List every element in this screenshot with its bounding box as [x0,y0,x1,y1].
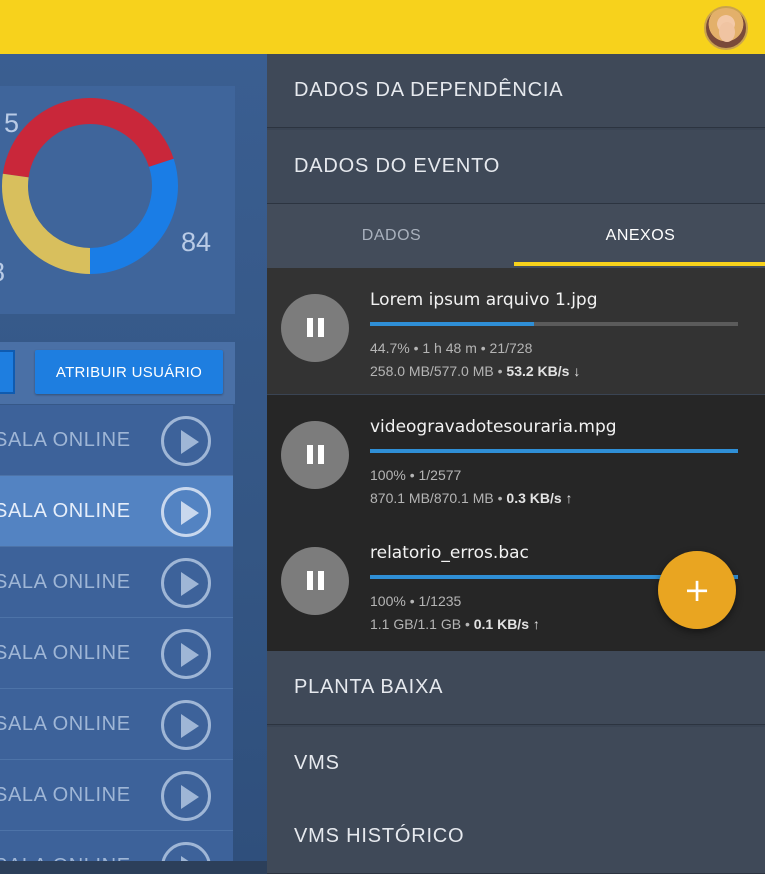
play-icon[interactable] [161,700,211,750]
section-dados-evento[interactable]: DADOS DO EVENTO [267,130,765,204]
donut-segment-blue [89,158,178,274]
chart-label-blue: 84 [181,227,212,257]
play-icon[interactable] [161,487,211,537]
assign-user-button[interactable]: ATRIBUIR USUÁRIO [35,350,223,394]
progress-fill [370,322,535,326]
pause-icon[interactable] [281,421,349,489]
top-app-bar [0,0,765,54]
active-tab-indicator [514,262,765,266]
room-list-item[interactable]: SALA ONLINE [0,476,233,547]
room-list-item[interactable]: SALA ONLINE [0,689,233,760]
file-speed: 0.1 KB/s ↑ [473,616,540,632]
progress-fill [370,449,738,453]
room-list-item[interactable]: SALA ONLINE [0,831,233,861]
tab-anexos[interactable]: ANEXOS [516,204,765,268]
file-size-info: 1.1 GB/1.1 GB • 0.1 KB/s ↑ [370,616,540,632]
file-size: 870.1 MB/870.1 MB • [370,490,503,506]
file-speed: 53.2 KB/s ↓ [506,363,581,379]
attachment-item: videogravadotesouraria.mpg 100% • 1/2577 8… [267,395,765,521]
file-progress-info: 100% • 1/2577 [370,467,462,483]
donut-segment-yellow [2,173,91,274]
file-progress-info: 44.7% • 1 h 48 m • 21/728 [370,340,533,356]
file-size-info: 258.0 MB/577.0 MB • 53.2 KB/s ↓ [370,363,580,379]
event-details-panel: DADOS DA DEPENDÊNCIA DADOS DO EVENTO DAD… [267,54,765,874]
play-icon[interactable] [161,558,211,608]
play-icon[interactable] [161,842,211,861]
progress-track [370,449,738,453]
play-icon[interactable] [161,771,211,821]
room-label: SALA ONLINE [0,713,131,735]
chart-label-yellow: 8 [0,257,5,288]
section-vms[interactable]: VMS [267,727,765,801]
play-icon[interactable] [161,416,211,466]
attachment-item: Lorem ipsum arquivo 1.jpg 44.7% • 1 h 48 … [267,268,765,394]
file-speed: 0.3 KB/s ↑ [506,490,573,506]
section-dados-dependencia[interactable]: DADOS DA DEPENDÊNCIA [267,54,765,128]
tab-dados[interactable]: DADOS [267,204,516,268]
room-label: SALA ONLINE [0,571,131,593]
file-size: 258.0 MB/577.0 MB • [370,363,503,379]
room-label: SALA ONLINE [0,642,131,664]
action-button-row: ATRIBUIR USUÁRIO [0,342,235,404]
room-list-item[interactable]: SALA ONLINE [0,405,233,476]
room-label: SALA ONLINE [0,429,131,451]
avatar-face [719,22,735,42]
add-attachment-button[interactable]: + [658,551,736,629]
donut-chart [2,98,178,274]
file-progress-info: 100% • 1/1235 [370,593,462,609]
room-list: SALA ONLINE SALA ONLINE SALA ONLINE SALA ON… [0,405,233,861]
room-label: SALA ONLINE [0,855,131,861]
pause-icon[interactable] [281,547,349,615]
room-list-item[interactable]: SALA ONLINE [0,760,233,831]
user-avatar[interactable] [704,6,748,50]
chart-label-red: 5 [4,108,20,138]
donut-segment-red [2,98,174,178]
file-name: videogravadotesouraria.mpg [370,417,617,437]
donut-chart-card: 5 84 8 [0,86,235,314]
progress-track [370,322,738,326]
file-size-info: 870.1 MB/870.1 MB • 0.3 KB/s ↑ [370,490,573,506]
partial-button[interactable] [0,350,15,394]
file-name: Lorem ipsum arquivo 1.jpg [370,290,598,310]
section-vms-historico[interactable]: VMS HISTÓRICO [267,800,765,874]
tab-bar: DADOS ANEXOS [267,204,765,268]
pause-icon[interactable] [281,294,349,362]
section-planta-baixa[interactable]: PLANTA BAIXA [267,651,765,725]
file-name: relatorio_erros.bac [370,543,529,563]
room-label: SALA ONLINE [0,784,131,806]
room-list-item[interactable]: SALA ONLINE [0,618,233,689]
dashboard-panel: 5 84 8 ATRIBUIR USUÁRIO SALA ONLINESALA … [0,54,267,861]
room-list-item[interactable]: SALA ONLINE [0,547,233,618]
file-size: 1.1 GB/1.1 GB • [370,616,470,632]
play-icon[interactable] [161,629,211,679]
room-label: SALA ONLINE [0,500,131,522]
